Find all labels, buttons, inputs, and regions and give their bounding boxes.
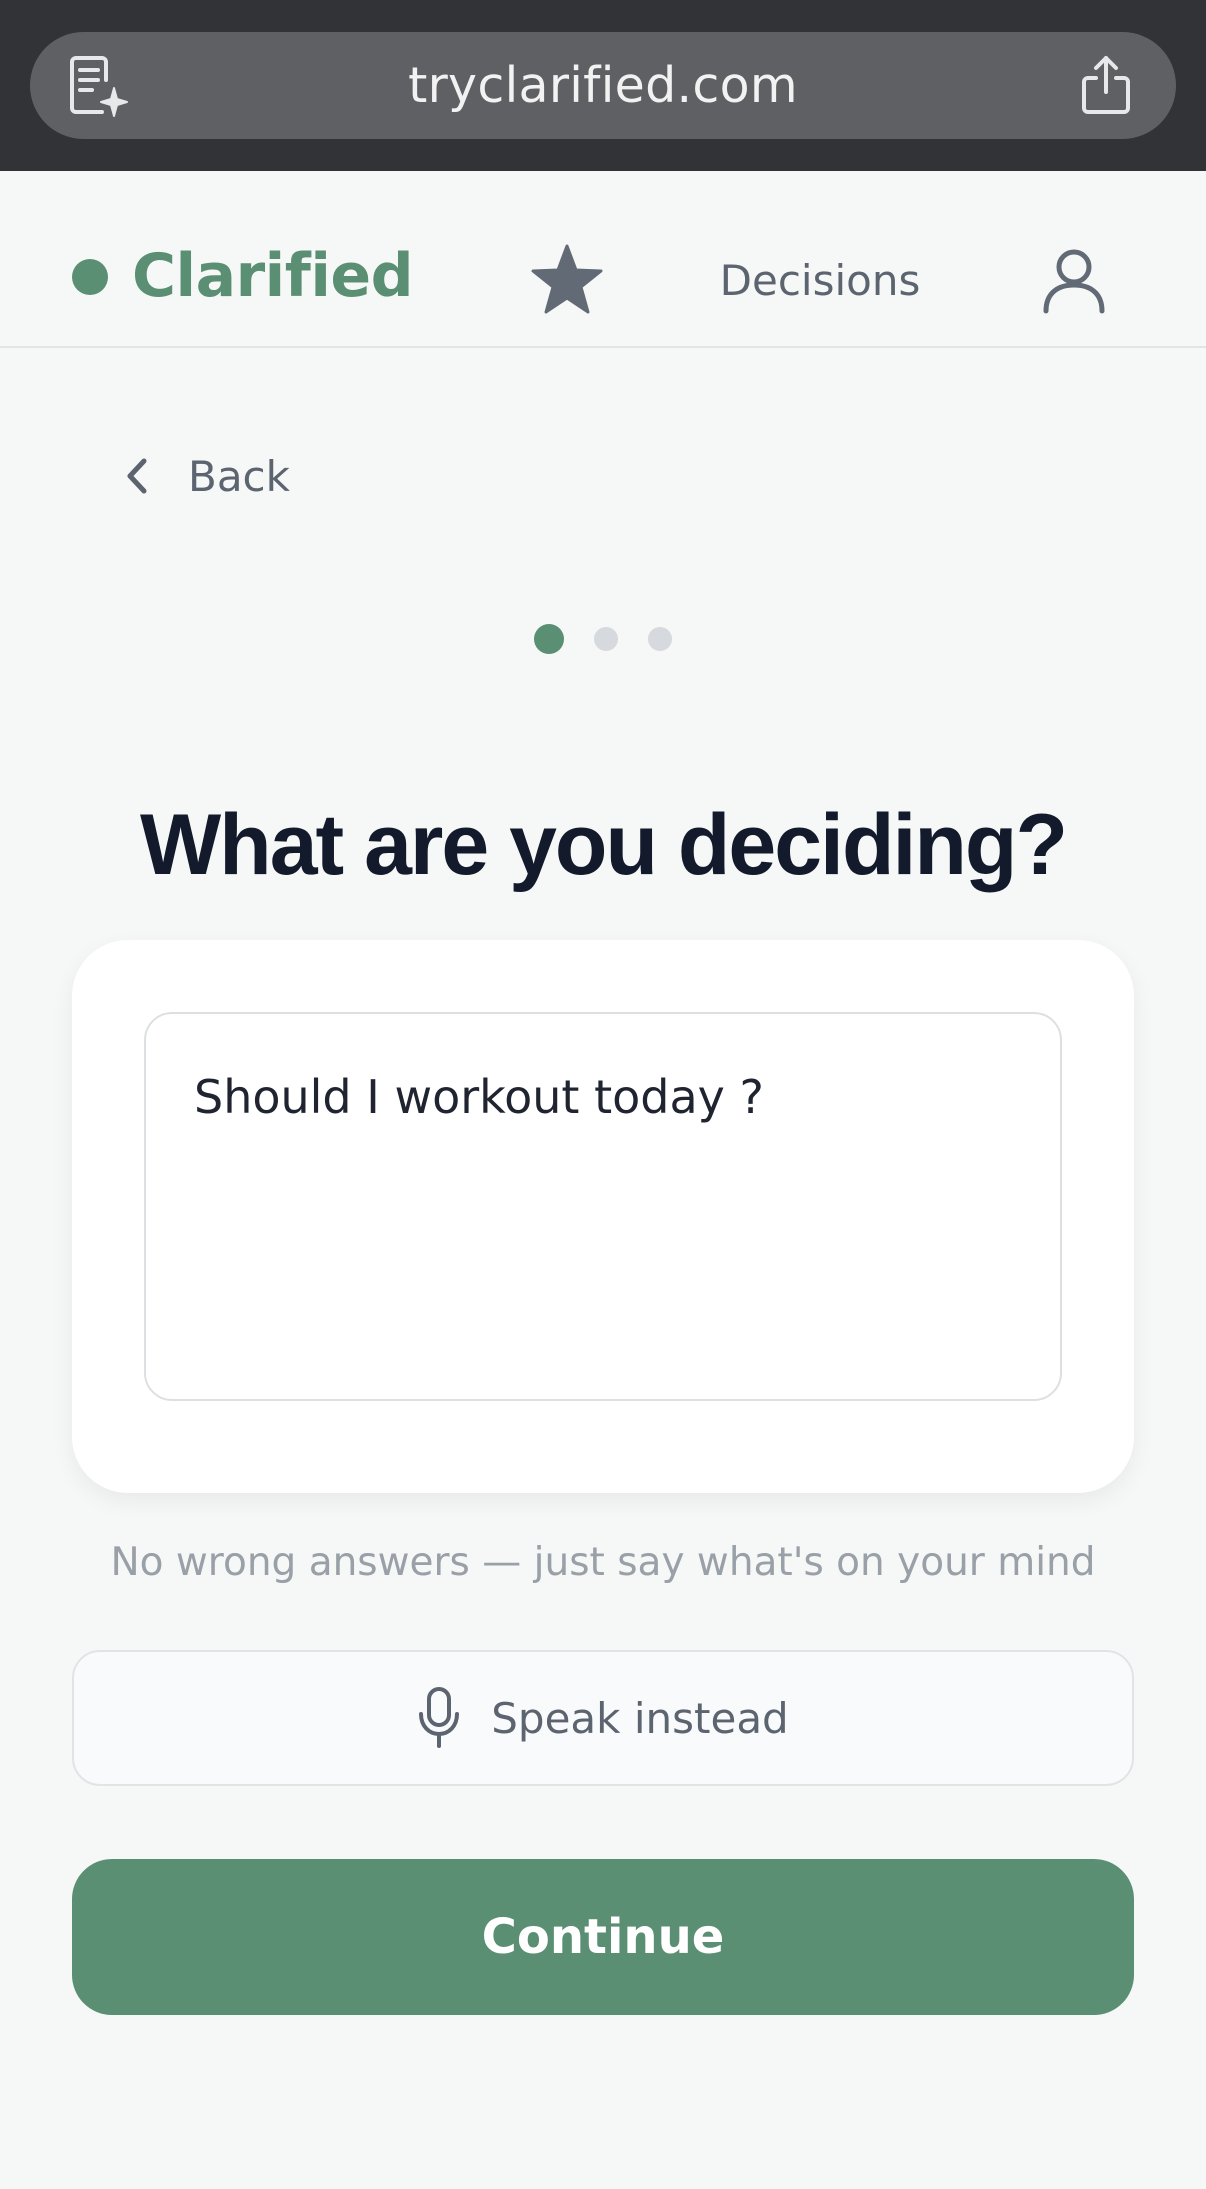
brand-dot-icon (72, 259, 108, 295)
brand-logo[interactable]: Clarified (132, 243, 414, 309)
chevron-left-icon (127, 458, 147, 494)
reader-mode-icon[interactable] (66, 54, 130, 120)
decision-input[interactable] (144, 1012, 1062, 1401)
address-bar[interactable]: tryclarified.com (30, 32, 1176, 139)
app-header: Clarified Decisions (0, 171, 1206, 348)
star-icon[interactable] (530, 243, 604, 315)
page-title: What are you deciding? (140, 797, 1068, 893)
step-dot (534, 624, 564, 654)
step-dot (648, 627, 672, 651)
speak-instead-button[interactable]: Speak instead (72, 1650, 1134, 1786)
browser-toolbar: tryclarified.com (0, 0, 1206, 171)
helper-text: No wrong answers — just say what's on yo… (110, 1540, 1096, 1585)
share-icon[interactable] (1078, 54, 1134, 116)
back-button[interactable]: Back (120, 446, 290, 506)
continue-button[interactable]: Continue (72, 1859, 1134, 2015)
url-text[interactable]: tryclarified.com (30, 32, 1176, 139)
user-icon[interactable] (1040, 247, 1108, 315)
nav-decisions-link[interactable]: Decisions (700, 251, 940, 311)
question-card (72, 940, 1134, 1493)
step-dot (594, 627, 618, 651)
microphone-icon (419, 1687, 460, 1748)
speak-instead-label: Speak instead (491, 1693, 789, 1743)
back-label: Back (188, 451, 290, 501)
step-indicator (0, 624, 1206, 654)
